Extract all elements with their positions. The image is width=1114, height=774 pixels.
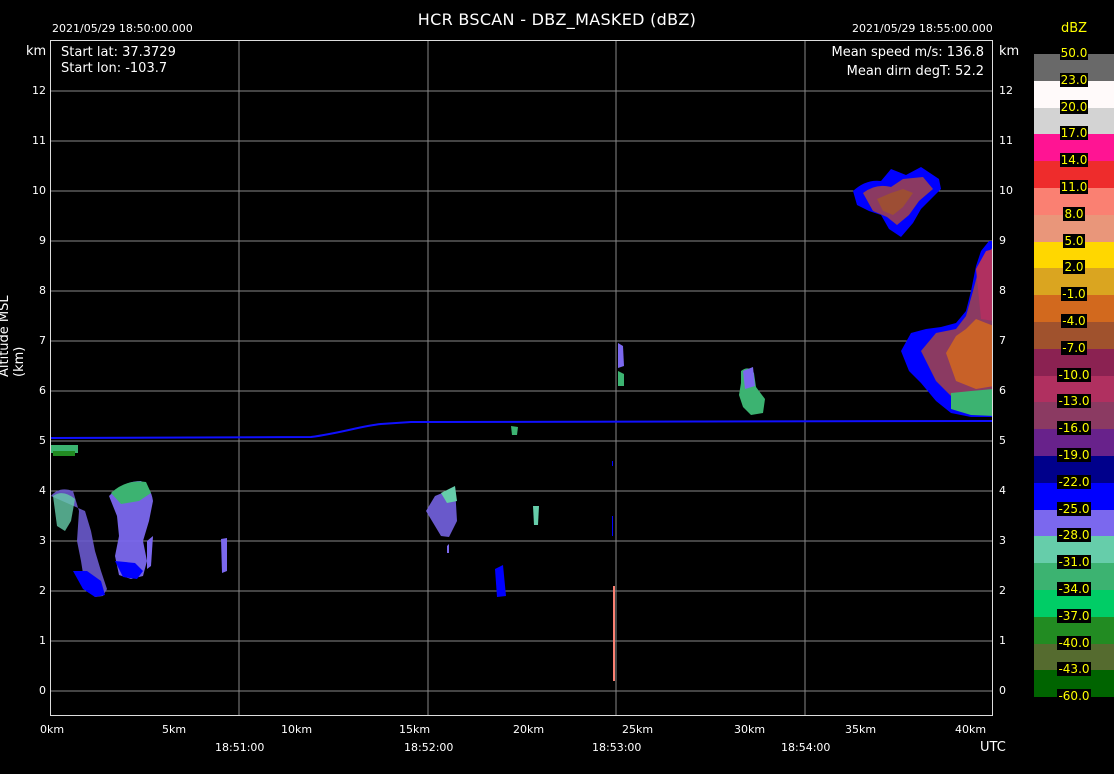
- x-distance-tick: 10km: [281, 723, 313, 736]
- colorbar-label: -22.0: [1057, 474, 1091, 489]
- colorbar-label: -40.0: [1057, 635, 1091, 650]
- y-tick-right: 7: [999, 334, 1006, 347]
- y-tick-right: 1: [999, 634, 1006, 647]
- info-mean-speed: Mean speed m/s: 136.8: [831, 45, 984, 60]
- info-start-lon: Start lon: -103.7: [61, 61, 168, 76]
- y-tick-left: 6: [39, 384, 46, 397]
- y-tick-right: 2: [999, 584, 1006, 597]
- x-distance-tick: 30km: [734, 723, 766, 736]
- x-time-tick: 18:52:00: [404, 741, 454, 754]
- y-tick-right: 10: [999, 184, 1013, 197]
- x-distance-tick: 40km: [955, 723, 987, 736]
- colorbar-label: -43.0: [1057, 662, 1091, 677]
- y-tick-left: 2: [39, 584, 46, 597]
- info-mean-dirn: Mean dirn degT: 52.2: [846, 64, 984, 79]
- colorbar-label: -13.0: [1057, 394, 1091, 409]
- colorbar-label: -10.0: [1057, 367, 1091, 382]
- colorbar-label: 8.0: [1063, 206, 1085, 221]
- echo-left-upper: [51, 445, 78, 456]
- colorbar-label: -34.0: [1057, 582, 1091, 596]
- y-tick-left: 3: [39, 534, 46, 547]
- x-time-tick: 18:54:00: [781, 741, 831, 754]
- y-tick-left: 10: [32, 184, 46, 197]
- y-tick-right: 9: [999, 234, 1006, 247]
- colorbar-label: -4.0: [1061, 314, 1087, 328]
- x-time-tick: 18:51:00: [215, 741, 265, 754]
- colorbar-label: 11.0: [1059, 180, 1089, 194]
- echo-cluster-mid: [426, 426, 539, 597]
- x-distance-tick: 15km: [399, 723, 431, 736]
- y-tick-left: 1: [39, 634, 46, 647]
- utc-label: UTC: [980, 740, 1006, 755]
- y-tick-right: 6: [999, 384, 1006, 397]
- colorbar-label: 14.0: [1059, 153, 1089, 168]
- echo-cluster-left: [51, 481, 227, 597]
- y-tick-right: 12: [999, 84, 1013, 97]
- y-tick-right: 4: [999, 484, 1006, 497]
- x-distance-tick: 35km: [845, 723, 877, 736]
- bscan-plot[interactable]: [50, 40, 993, 716]
- colorbar-label: 23.0: [1059, 72, 1089, 87]
- colorbar-label: 20.0: [1059, 99, 1089, 114]
- echo-cloud-upper: [853, 167, 941, 237]
- x-distance-tick: 25km: [622, 723, 654, 736]
- y-tick-right: 8: [999, 284, 1006, 297]
- y-unit-left: km: [26, 44, 47, 59]
- colorbar-label: 50.0: [1059, 46, 1089, 60]
- y-tick-left: 5: [39, 434, 46, 447]
- x-time-tick: 18:53:00: [592, 741, 642, 754]
- y-tick-right: 5: [999, 434, 1006, 447]
- y-tick-left: 8: [39, 284, 46, 297]
- colorbar-label: -37.0: [1057, 608, 1091, 623]
- echo-cluster-right-mid: [618, 343, 765, 415]
- y-tick-left: 7: [39, 334, 46, 347]
- y-tick-right: 0: [999, 684, 1006, 697]
- echo-spike: [612, 461, 615, 681]
- colorbar-label: -31.0: [1057, 555, 1091, 570]
- colorbar-label: 2.0: [1063, 260, 1085, 275]
- colorbar-label: -1.0: [1061, 287, 1087, 302]
- grid-vertical: [238, 41, 806, 715]
- colorbar-label: -16.0: [1057, 421, 1091, 436]
- y-tick-right: 11: [999, 134, 1013, 147]
- end-time: 2021/05/29 18:55:00.000: [852, 22, 993, 35]
- colorbar-title: dBZ: [1061, 21, 1088, 36]
- bscan-canvas: [51, 41, 992, 715]
- y-unit-right: km: [999, 44, 1020, 59]
- grid-horizontal: [51, 90, 992, 692]
- y-tick-left: 11: [32, 134, 46, 147]
- x-distance-tick: 20km: [513, 723, 545, 736]
- y-tick-right: 3: [999, 534, 1006, 547]
- y-tick-left: 9: [39, 234, 46, 247]
- y-tick-left: 12: [32, 84, 46, 97]
- colorbar-label: -28.0: [1057, 528, 1091, 543]
- colorbar-label: -7.0: [1061, 340, 1087, 355]
- colorbar-label: -19.0: [1057, 448, 1091, 462]
- y-tick-left: 0: [39, 684, 46, 697]
- colorbar-label: -25.0: [1057, 501, 1091, 516]
- aircraft-altitude-line: [51, 420, 992, 439]
- colorbar-label: 17.0: [1059, 126, 1089, 141]
- y-tick-left: 4: [39, 484, 46, 497]
- x-distance-tick: 5km: [162, 723, 187, 736]
- colorbar-label: 5.0: [1063, 233, 1085, 248]
- x-distance-tick: 0km: [40, 723, 65, 736]
- colorbar-label: -60.0: [1057, 689, 1091, 704]
